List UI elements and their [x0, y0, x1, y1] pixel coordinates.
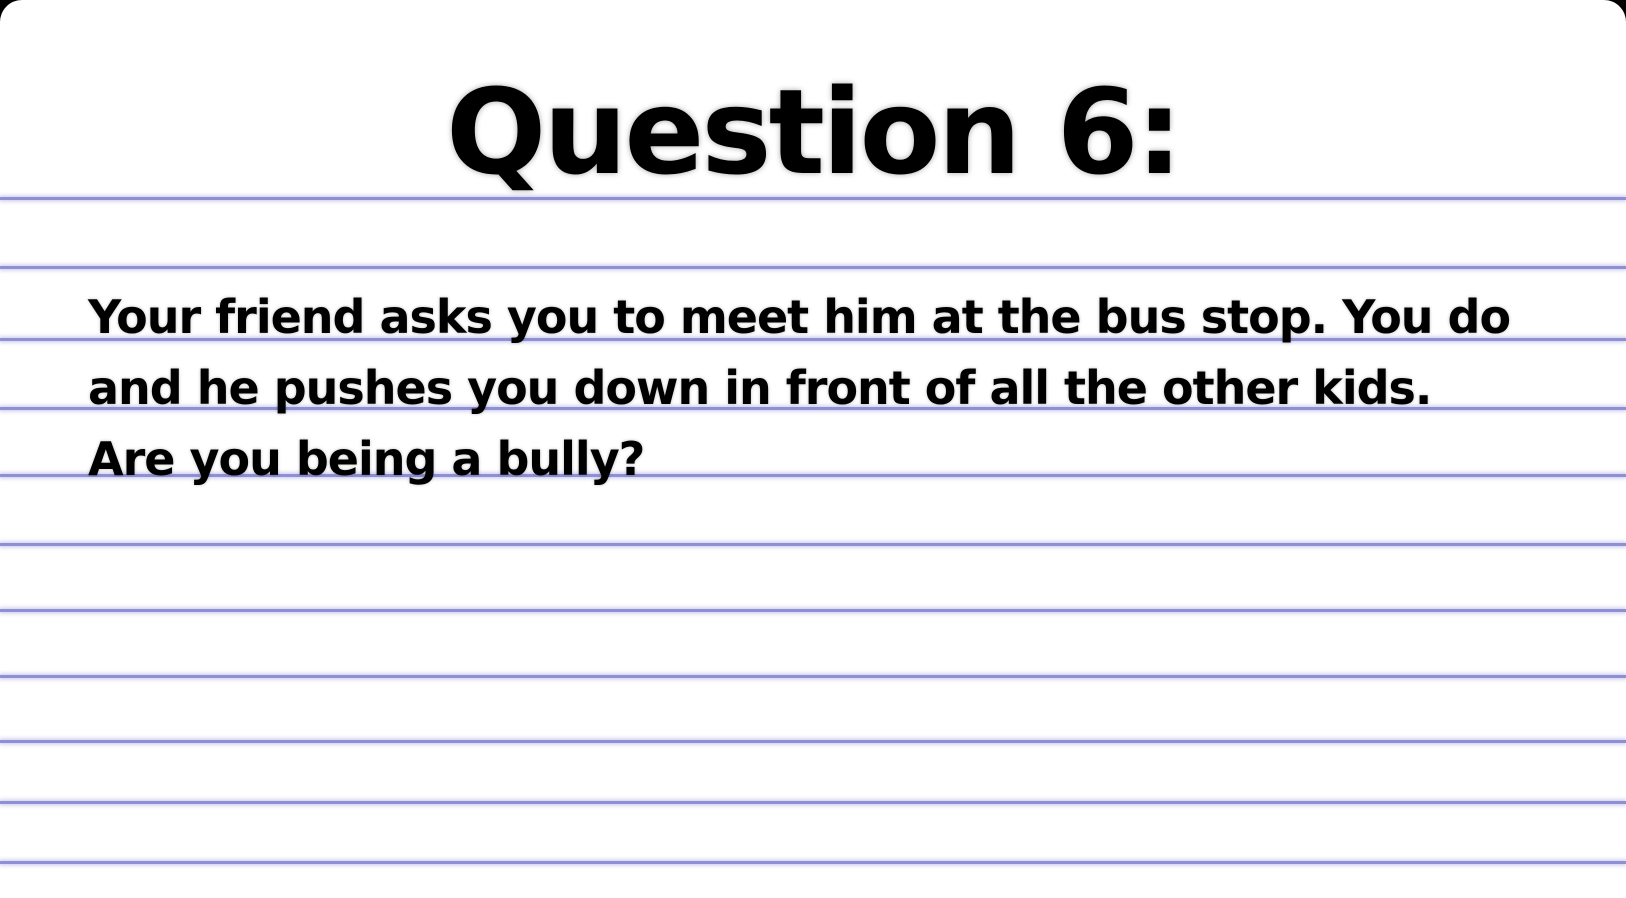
question-line: and he pushes you down in front of all t…: [88, 361, 1432, 415]
lined-paper-slide: Question 6: Your friend asks you to meet…: [0, 0, 1626, 898]
question-title: Question 6:: [446, 63, 1183, 201]
question-text: Your friend asks you to meet him at the …: [88, 282, 1588, 495]
question-line: Are you being a bully?: [88, 432, 645, 486]
ruled-line: [0, 801, 1626, 804]
ruled-line: [0, 740, 1626, 743]
ruled-line: [0, 675, 1626, 678]
ruled-line: [0, 266, 1626, 269]
ruled-line: [0, 609, 1626, 612]
ruled-line: [0, 543, 1626, 546]
question-line: Your friend asks you to meet him at the …: [88, 290, 1511, 344]
ruled-line: [0, 861, 1626, 864]
